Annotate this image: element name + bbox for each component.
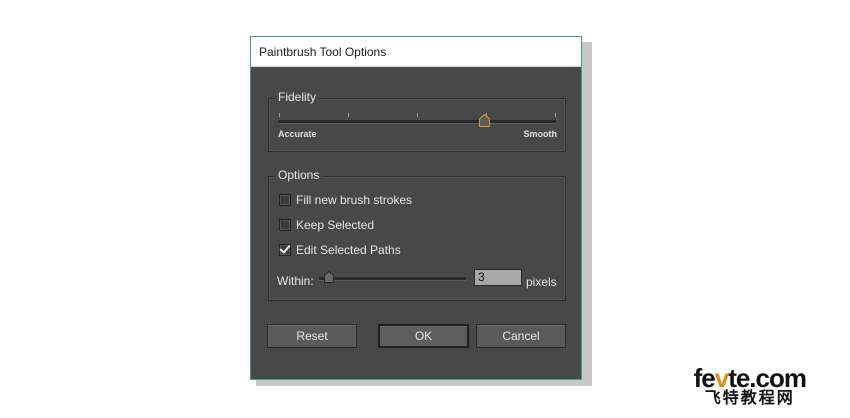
- fidelity-slider-track[interactable]: [278, 120, 556, 124]
- fill-new-brush-strokes-option[interactable]: Fill new brush strokes: [279, 193, 412, 207]
- paintbrush-options-dialog: Paintbrush Tool Options Fidelity Accurat…: [250, 36, 582, 380]
- fill-new-brush-strokes-label: Fill new brush strokes: [296, 193, 413, 207]
- fidelity-group: Fidelity Accurate Smooth: [268, 90, 566, 152]
- edit-selected-paths-checkbox[interactable]: [279, 244, 291, 256]
- fill-new-brush-strokes-checkbox[interactable]: [279, 194, 291, 206]
- fidelity-tick: [417, 113, 418, 117]
- dialog-title: Paintbrush Tool Options: [259, 44, 387, 59]
- fidelity-accurate-label: Accurate: [278, 129, 317, 139]
- site-watermark-logo: fevte.com 飞特教程网: [693, 363, 807, 408]
- keep-selected-label: Keep Selected: [296, 218, 375, 232]
- within-label: Within:: [277, 274, 314, 288]
- options-legend: Options: [275, 168, 323, 182]
- watermark-domain: fevte.com: [693, 363, 807, 393]
- pixels-unit-label: pixels: [526, 275, 557, 289]
- fidelity-tick: [279, 113, 280, 117]
- keep-selected-checkbox[interactable]: [279, 219, 291, 231]
- fidelity-tick: [555, 113, 556, 117]
- cancel-button[interactable]: Cancel: [476, 324, 566, 348]
- within-slider-thumb[interactable]: [324, 271, 335, 283]
- fidelity-tick: [348, 113, 349, 117]
- keep-selected-option[interactable]: Keep Selected: [279, 218, 374, 232]
- fidelity-legend: Fidelity: [275, 90, 320, 104]
- within-slider-track[interactable]: [319, 277, 466, 281]
- ok-button[interactable]: OK: [378, 324, 469, 348]
- fidelity-smooth-label: Smooth: [523, 129, 558, 139]
- dialog-titlebar[interactable]: Paintbrush Tool Options: [251, 37, 581, 67]
- within-pixels-input[interactable]: 3: [474, 269, 522, 286]
- reset-button[interactable]: Reset: [267, 324, 357, 348]
- edit-selected-paths-label: Edit Selected Paths: [296, 243, 401, 257]
- edit-selected-paths-option[interactable]: Edit Selected Paths: [279, 243, 401, 257]
- watermark-chinese-text: 飞特教程网: [704, 390, 795, 407]
- options-group: Options Fill new brush strokes Keep Sele…: [268, 168, 566, 301]
- fidelity-slider-thumb[interactable]: [478, 114, 490, 127]
